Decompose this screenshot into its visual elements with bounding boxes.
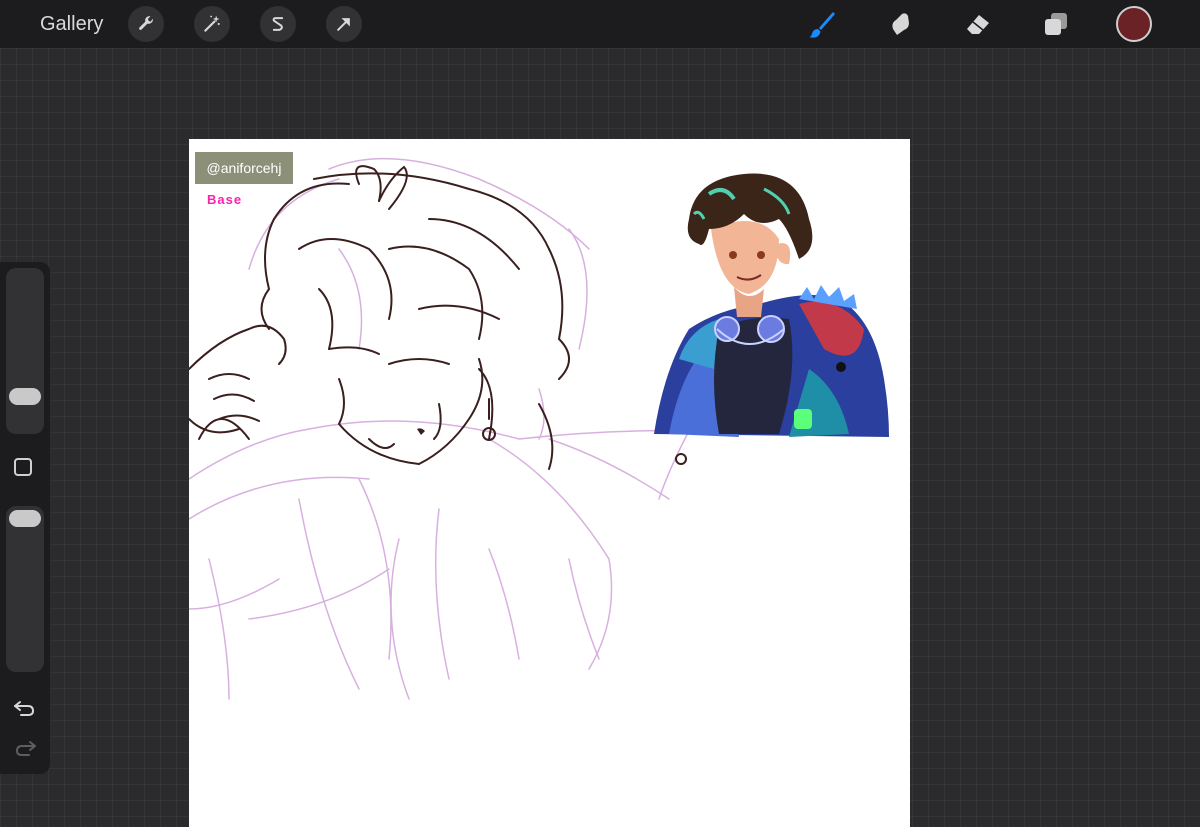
eraser-icon [967, 15, 989, 34]
left-sidebar [0, 262, 50, 774]
watermark-label: @aniforcehj [195, 152, 293, 184]
wrench-icon [139, 16, 153, 30]
transform-arrow-icon [337, 18, 350, 31]
modify-button[interactable] [14, 458, 32, 476]
layers-icon [1045, 13, 1067, 35]
reference-illustration [654, 173, 889, 437]
base-layer-label: Base [207, 192, 243, 207]
drawing-canvas[interactable]: @aniforcehj Base [189, 139, 910, 827]
brush-opacity-slider[interactable] [6, 506, 44, 672]
magic-wand-icon [204, 15, 220, 32]
undo-icon[interactable] [12, 698, 38, 718]
brush-tool-button[interactable] [804, 6, 840, 42]
top-toolbar: Gallery [0, 0, 1200, 48]
selection-s-icon [272, 17, 284, 31]
brush-opacity-thumb[interactable] [9, 510, 41, 527]
layers-button[interactable] [1038, 6, 1074, 42]
actions-wrench-button[interactable] [128, 6, 164, 42]
brush-size-thumb[interactable] [9, 388, 41, 405]
eraser-tool-button[interactable] [960, 6, 996, 42]
redo-icon[interactable] [12, 738, 38, 758]
transform-button[interactable] [326, 6, 362, 42]
brush-icon [809, 12, 835, 38]
gallery-button[interactable]: Gallery [40, 12, 103, 36]
smudge-tool-button[interactable] [882, 6, 918, 42]
color-picker-swatch[interactable] [1116, 6, 1152, 42]
brush-size-slider[interactable] [6, 268, 44, 434]
selection-button[interactable] [260, 6, 296, 42]
adjustments-button[interactable] [194, 6, 230, 42]
smudge-icon [892, 13, 909, 35]
